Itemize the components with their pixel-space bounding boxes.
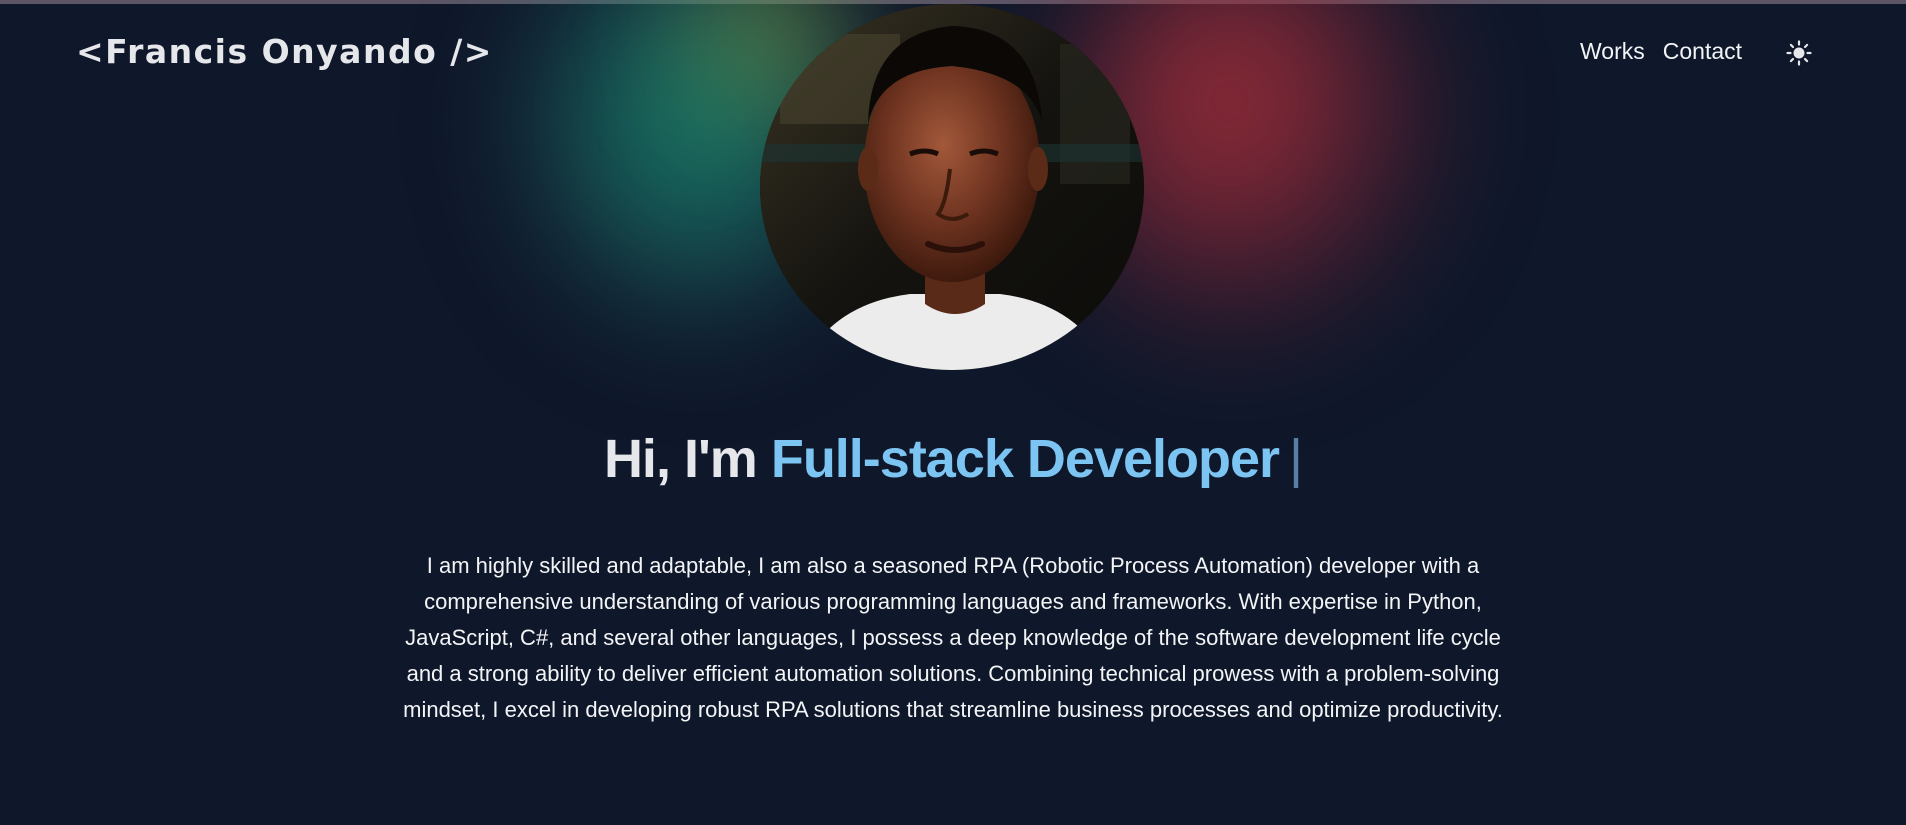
site-logo[interactable]: <Francis Onyando /> [76,32,493,71]
hero-role: Full-stack Developer [770,429,1280,489]
main-nav: Works Contact [1580,38,1760,65]
typing-cursor: | [1289,429,1303,489]
hero-title: Hi, I'm Full-stack Developer | [0,428,1906,490]
nav-link-works[interactable]: Works [1580,38,1645,65]
theme-toggle-button[interactable] [1786,40,1812,66]
sun-icon [1786,40,1812,66]
nav-link-contact[interactable]: Contact [1663,38,1742,65]
hero-greeting: Hi, I'm [603,429,758,489]
profile-photo-illustration [760,4,1144,370]
profile-photo [760,4,1144,370]
hero-bio: I am highly skilled and adaptable, I am … [403,553,1503,722]
